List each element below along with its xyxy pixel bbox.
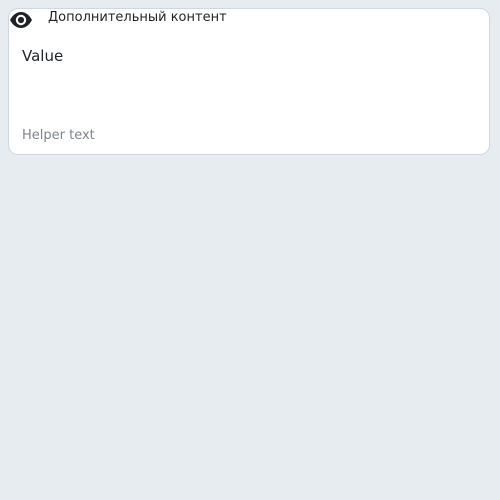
helper-text: Helper text (22, 128, 95, 143)
additional-content-label: Дополнительный контент (48, 10, 227, 25)
text-field-card[interactable]: Дополнительный контент Value Helper text (8, 8, 490, 155)
eye-icon[interactable] (9, 11, 33, 29)
field-value[interactable]: Value (22, 46, 63, 66)
